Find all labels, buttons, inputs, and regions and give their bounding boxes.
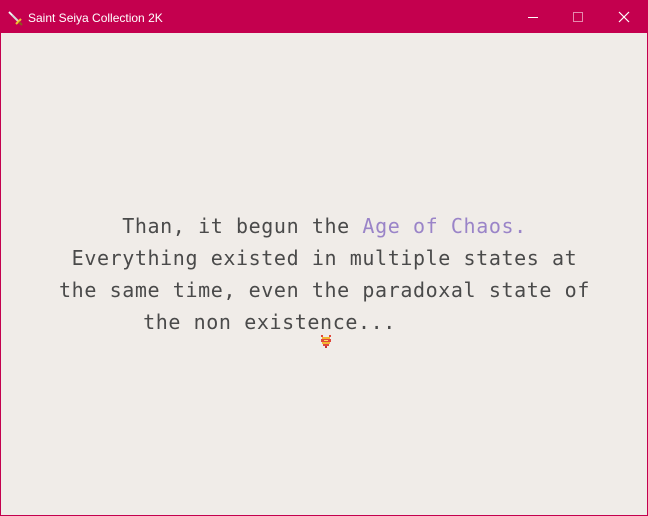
dialogue-text: Than, it begun the Age of Chaos. Everyth… bbox=[4, 210, 645, 338]
close-button[interactable] bbox=[601, 1, 647, 33]
dialogue-line-1: Than, it begun the Age of Chaos. bbox=[4, 210, 645, 242]
game-viewport[interactable]: Than, it begun the Age of Chaos. Everyth… bbox=[4, 34, 645, 514]
highlighted-phrase: Age of Chaos. bbox=[362, 214, 527, 238]
minimize-icon bbox=[528, 17, 538, 18]
advance-cursor-icon bbox=[320, 335, 332, 349]
minimize-button[interactable] bbox=[510, 1, 556, 33]
maximize-button[interactable] bbox=[555, 1, 601, 33]
dialogue-line-4: the non existence... bbox=[143, 310, 396, 334]
maximize-icon bbox=[573, 12, 583, 22]
game-window: Saint Seiya Collection 2K Than, it begun… bbox=[0, 0, 648, 516]
dialogue-line-3: the same time, even the paradoxal state … bbox=[59, 278, 590, 302]
close-icon bbox=[618, 11, 630, 23]
title-bar[interactable]: Saint Seiya Collection 2K bbox=[1, 1, 647, 33]
window-title: Saint Seiya Collection 2K bbox=[28, 11, 163, 25]
sword-icon bbox=[7, 10, 23, 26]
dialogue-line-2: Everything existed in multiple states at bbox=[71, 246, 578, 270]
dialogue-line-1-text: Than, it begun the bbox=[122, 214, 363, 238]
